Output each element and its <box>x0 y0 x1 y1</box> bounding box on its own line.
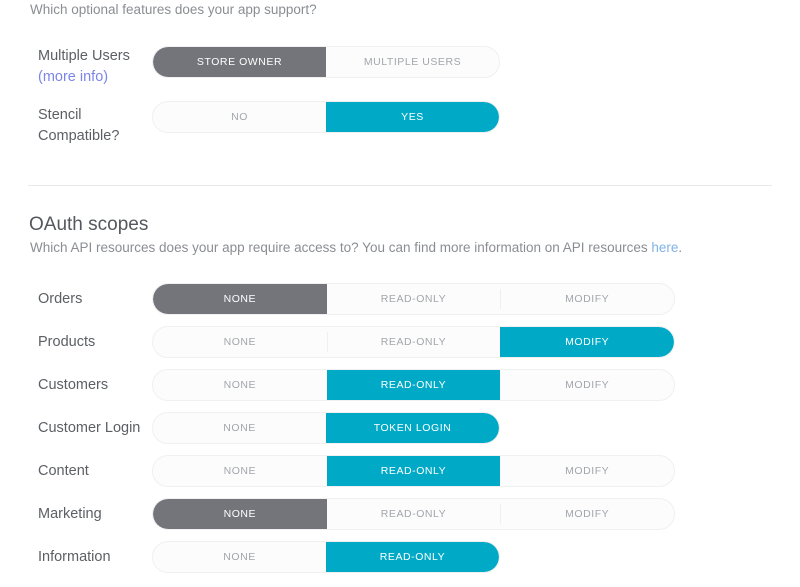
scope-label-information: Information <box>38 549 111 565</box>
toggle-group-customer-login[interactable]: NONE TOKEN LOGIN <box>152 412 500 444</box>
toggle-group-marketing[interactable]: NONE READ-ONLY MODIFY <box>152 498 675 530</box>
scope-row-customers: Customers NONE READ-ONLY MODIFY <box>0 369 800 401</box>
toggle-option-orders-modify[interactable]: MODIFY <box>500 284 674 314</box>
toggle-group-orders[interactable]: NONE READ-ONLY MODIFY <box>152 283 675 315</box>
toggle-option-content-read-only[interactable]: READ-ONLY <box>326 456 501 486</box>
scope-label-orders: Orders <box>38 291 83 307</box>
toggle-option-customers-modify[interactable]: MODIFY <box>500 370 674 400</box>
scope-row-content: Content NONE READ-ONLY MODIFY <box>0 455 800 487</box>
toggle-option-orders-none[interactable]: NONE <box>153 284 327 314</box>
scope-row-orders: Orders NONE READ-ONLY MODIFY <box>0 283 800 315</box>
toggle-group-information[interactable]: NONE READ-ONLY <box>152 541 500 573</box>
toggle-option-stencil-no[interactable]: NO <box>153 102 326 132</box>
more-info-link-multiple-users[interactable]: (more info) <box>38 67 130 88</box>
oauth-scopes-title: OAuth scopes <box>29 214 149 235</box>
feature-label-stencil: Stencil Compatible? <box>38 105 119 147</box>
toggle-option-customer-login-none[interactable]: NONE <box>153 413 326 443</box>
toggle-group-products[interactable]: NONE READ-ONLY MODIFY <box>152 326 675 358</box>
toggle-option-marketing-read-only[interactable]: READ-ONLY <box>327 499 501 529</box>
scope-row-marketing: Marketing NONE READ-ONLY MODIFY <box>0 498 800 530</box>
toggle-option-products-read-only[interactable]: READ-ONLY <box>326 327 501 357</box>
toggle-option-content-none[interactable]: NONE <box>153 456 327 486</box>
optional-features-question: Which optional features does your app su… <box>30 2 317 17</box>
toggle-group-stencil[interactable]: NO YES <box>152 101 500 133</box>
toggle-option-stencil-yes[interactable]: YES <box>326 102 499 132</box>
toggle-option-marketing-modify[interactable]: MODIFY <box>500 499 674 529</box>
toggle-group-customers[interactable]: NONE READ-ONLY MODIFY <box>152 369 675 401</box>
scope-label-content: Content <box>38 463 89 479</box>
toggle-option-content-modify[interactable]: MODIFY <box>500 456 674 486</box>
feature-label-multiple-users: Multiple Users (more info) <box>38 46 130 88</box>
scope-row-customer-login: Customer Login NONE TOKEN LOGIN <box>0 412 800 444</box>
scope-row-information: Information NONE READ-ONLY <box>0 541 800 573</box>
toggle-option-marketing-none[interactable]: NONE <box>153 499 327 529</box>
toggle-option-products-modify[interactable]: MODIFY <box>500 327 674 357</box>
scope-label-products: Products <box>38 334 96 350</box>
toggle-option-multiple-users-multiple-users[interactable]: MULTIPLE USERS <box>326 47 499 77</box>
scope-row-products: Products NONE READ-ONLY MODIFY <box>0 326 800 358</box>
scope-label-marketing: Marketing <box>38 506 102 522</box>
toggle-option-information-none[interactable]: NONE <box>153 542 326 572</box>
oauth-description-period: . <box>678 240 683 255</box>
toggle-group-content[interactable]: NONE READ-ONLY MODIFY <box>152 455 675 487</box>
oauth-description-text: Which API resources does your app requir… <box>30 240 652 255</box>
toggle-option-customer-login-token-login[interactable]: TOKEN LOGIN <box>326 413 499 443</box>
feature-label-text-line2: Compatible? <box>38 128 120 144</box>
oauth-scopes-description: Which API resources does your app requir… <box>30 239 682 257</box>
toggle-option-customers-none[interactable]: NONE <box>153 370 327 400</box>
toggle-group-multiple-users[interactable]: STORE OWNER MULTIPLE USERS <box>152 46 500 78</box>
app-permissions-form: Which optional features does your app su… <box>0 0 800 587</box>
toggle-option-multiple-users-store-owner[interactable]: STORE OWNER <box>153 47 326 77</box>
api-resources-here-link[interactable]: here <box>651 240 678 255</box>
section-divider <box>28 185 772 186</box>
scope-label-customers: Customers <box>38 377 109 393</box>
toggle-option-products-none[interactable]: NONE <box>153 327 327 357</box>
toggle-option-information-read-only[interactable]: READ-ONLY <box>326 542 499 572</box>
toggle-option-orders-read-only[interactable]: READ-ONLY <box>327 284 501 314</box>
feature-label-text: Multiple Users <box>38 48 130 64</box>
scope-label-customer-login: Customer Login <box>38 420 141 436</box>
feature-label-text: Stencil <box>38 107 82 123</box>
toggle-option-customers-read-only[interactable]: READ-ONLY <box>326 370 501 400</box>
